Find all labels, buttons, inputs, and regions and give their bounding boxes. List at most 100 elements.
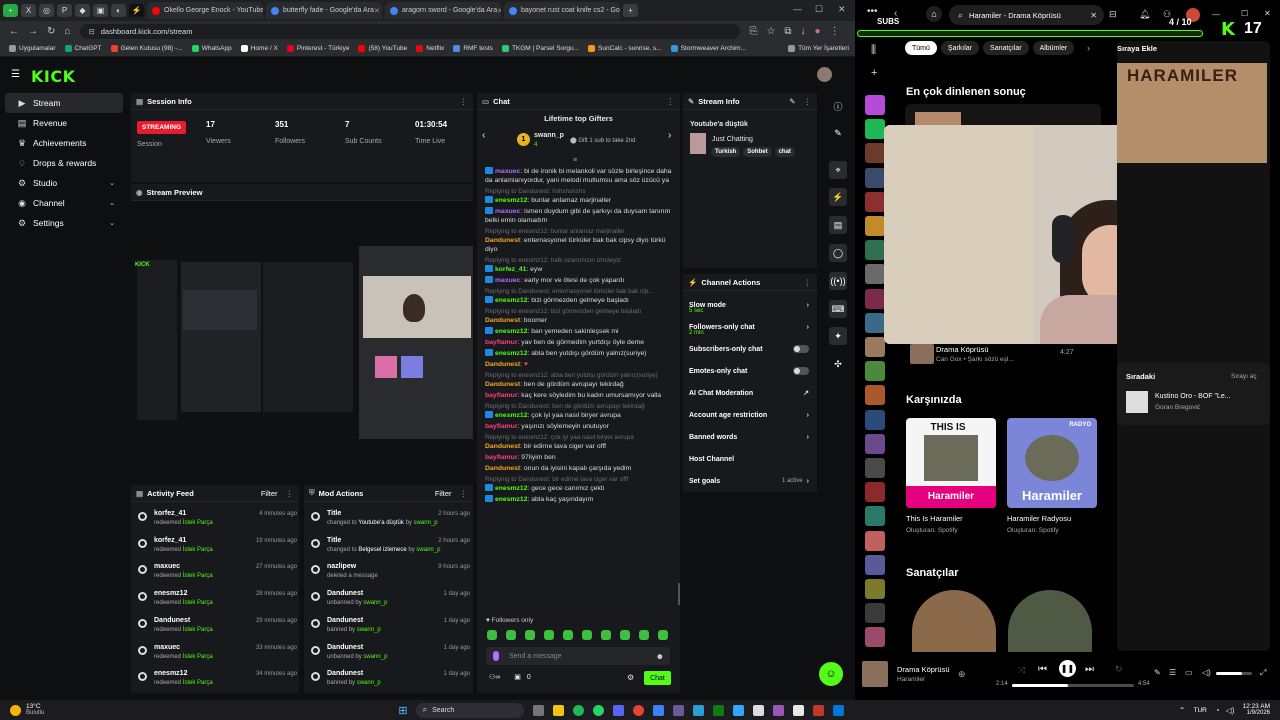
volume-icon[interactable]: ◁)	[1226, 706, 1235, 715]
chat-username[interactable]: enesmz12	[495, 496, 528, 503]
chat-message[interactable]: Replying to enesmz12: bizi görmezden gel…	[477, 307, 680, 325]
pen-tool-icon[interactable]: ✎	[829, 124, 847, 142]
stream-preview-video[interactable]: KICK	[131, 246, 473, 439]
help-chat-bubble[interactable]: ☺	[819, 662, 843, 686]
url-field[interactable]: ⊟ dashboard.kick.com/stream	[80, 23, 741, 39]
next-title[interactable]: Kustino Oro - BOF "Le...	[1155, 393, 1231, 400]
activity-row[interactable]: Dandunest redeemed İstek Parça 29 minutes …	[137, 615, 297, 641]
library-item[interactable]	[865, 191, 885, 212]
emote-icon[interactable]	[639, 630, 649, 640]
activity-row[interactable]: enesmz12 redeemed İstek Parça 34 minutes a…	[137, 668, 297, 694]
clear-search-icon[interactable]: ✕	[1090, 11, 1097, 20]
toggle-switch[interactable]	[793, 367, 809, 375]
mod-action-row[interactable]: Dandunest banned by swann_p 1 day ago	[310, 615, 470, 641]
windows-start-icon[interactable]: ⊞	[398, 704, 407, 717]
library-item[interactable]	[865, 95, 885, 115]
player-title[interactable]: Drama Köprüsü	[897, 665, 950, 674]
browser-tab[interactable]: aragorn sword - Google'da Ara ✕	[385, 2, 501, 19]
chat-username[interactable]: Dandunest	[485, 381, 520, 388]
steam-taskbar-icon[interactable]	[692, 704, 704, 716]
fullscreen-icon[interactable]: ⤢	[1260, 668, 1266, 678]
browser-tab[interactable]: bayonet rust coat knife cs2 - Go✕	[504, 2, 620, 19]
playlist-title[interactable]: This Is Haramiler	[906, 514, 963, 523]
library-item[interactable]	[865, 506, 885, 527]
chat-message[interactable]: maxuec: early mor ve ötesi de çok yapard…	[477, 276, 680, 285]
emoji-icon[interactable]: ☻	[656, 652, 664, 661]
app-taskbar-icon[interactable]	[752, 704, 764, 716]
clock[interactable]: 12:23 AM 1/9/2026	[1243, 703, 1270, 717]
filter-chip[interactable]: Şarkılar	[940, 41, 980, 55]
whatsapp-taskbar-icon[interactable]	[592, 704, 604, 716]
chat-tool-icon[interactable]: ◯	[829, 244, 847, 262]
browse-icon[interactable]: ⊟	[1109, 9, 1117, 20]
bookmark-item[interactable]: WhatsApp	[191, 45, 232, 52]
device-icon[interactable]: ▭	[1185, 668, 1193, 677]
channel-action-set-goals[interactable]: Set goals 1 active ›	[683, 470, 817, 492]
library-item[interactable]	[865, 627, 885, 648]
back-icon[interactable]: ←	[9, 26, 19, 37]
forward-icon[interactable]: →	[28, 26, 38, 37]
user-avatar[interactable]	[817, 67, 832, 82]
active-pinned-tab[interactable]: ⚡	[129, 4, 144, 17]
chat-message[interactable]: enesmz12: abla ben yutdışı gördüm yalnız…	[477, 349, 680, 358]
create-icon[interactable]: +	[871, 67, 877, 79]
mic-icon[interactable]	[493, 651, 499, 661]
volume-icon[interactable]: ◁)	[1202, 668, 1211, 677]
emote-icon[interactable]	[544, 630, 554, 640]
next-thumbnail[interactable]	[1126, 391, 1148, 413]
bookmark-item[interactable]: ChatGPT	[64, 45, 102, 52]
browser-tab[interactable]: Okello George Enock - YouTube✕	[147, 2, 263, 19]
more-icon[interactable]: ⋮	[460, 489, 468, 498]
chevron-right-icon[interactable]: ›	[807, 302, 809, 309]
chat-username[interactable]: Dandunest	[485, 361, 520, 368]
chat-username[interactable]: enesmz12	[495, 297, 528, 304]
emote-icon[interactable]	[525, 630, 535, 640]
chat-message[interactable]: Replying to Dandunest: hshshshshs enesmz1…	[477, 187, 680, 205]
pinned-tab[interactable]: X	[21, 4, 36, 17]
filter-chip[interactable]: Sanatçılar	[983, 41, 1029, 55]
external-link-icon[interactable]: ↗	[803, 389, 809, 397]
spotify-taskbar-icon[interactable]	[572, 704, 584, 716]
chrome-taskbar-icon[interactable]	[632, 704, 644, 716]
chat-message[interactable]: Dandunest: onun da iyisini kapalı çarşıd…	[477, 464, 680, 473]
playlist-card-art[interactable]: THIS IS Haramiler	[906, 418, 996, 508]
chat-username[interactable]: maxuec	[495, 277, 520, 284]
tag-chip[interactable]: Sohbet	[743, 147, 772, 157]
extension-icon[interactable]: ⧉	[784, 26, 791, 37]
profile-icon[interactable]: ●	[815, 26, 821, 37]
activity-row[interactable]: maxuec redeemed İstek Parça 27 minutes ago	[137, 561, 297, 587]
pinned-tab[interactable]: ◐	[111, 4, 126, 17]
chat-message[interactable]: Replying to enesmz12: bunlar anlamaz mar…	[477, 227, 680, 254]
bookmark-item[interactable]: RMF tests	[453, 45, 493, 52]
activity-row[interactable]: korfez_41 redeemed İstek Parça 19 minutes …	[137, 535, 297, 561]
download-icon[interactable]: ↓	[801, 26, 806, 37]
tray-chevron-icon[interactable]: ⌃	[1179, 706, 1186, 715]
chat-username[interactable]: maxuec	[495, 208, 520, 215]
discord-taskbar-icon[interactable]	[612, 704, 624, 716]
category-thumbnail[interactable]	[690, 133, 706, 154]
chat-username[interactable]: korfez_41	[495, 266, 526, 273]
library-item[interactable]	[865, 264, 885, 285]
more-icon[interactable]: ⋮	[804, 97, 812, 106]
progress-bar[interactable]	[1012, 684, 1134, 687]
chat-message[interactable]: Replying to Dandunest: bir edirne tava c…	[477, 475, 680, 493]
next-icon[interactable]: ⏭︎	[1085, 664, 1094, 675]
target-tool-icon[interactable]: ⌖	[829, 161, 847, 179]
minimize-icon[interactable]: —	[1212, 10, 1220, 19]
chat-input[interactable]: Send a message ☻	[486, 647, 670, 665]
document-tool-icon[interactable]: ▤	[829, 216, 847, 234]
library-item[interactable]	[865, 216, 885, 236]
pinned-tab[interactable]: ▣	[93, 4, 108, 17]
lyrics-icon[interactable]: ✎	[1154, 668, 1161, 677]
notepad-taskbar-icon[interactable]	[792, 704, 804, 716]
library-item[interactable]	[865, 409, 885, 430]
hamburger-icon[interactable]: ☰	[11, 69, 20, 80]
app-taskbar-icon[interactable]	[772, 704, 784, 716]
activity-user[interactable]: enesmz12	[154, 590, 187, 597]
channel-action-emotes-only-chat[interactable]: Emotes-only chat	[683, 360, 817, 382]
emote-icon[interactable]	[658, 630, 668, 640]
bookmark-item[interactable]: Home / X	[240, 45, 278, 52]
activity-user[interactable]: maxuec	[154, 644, 180, 651]
pinned-tab[interactable]: ◆	[75, 4, 90, 17]
task-view-icon[interactable]	[532, 704, 544, 716]
